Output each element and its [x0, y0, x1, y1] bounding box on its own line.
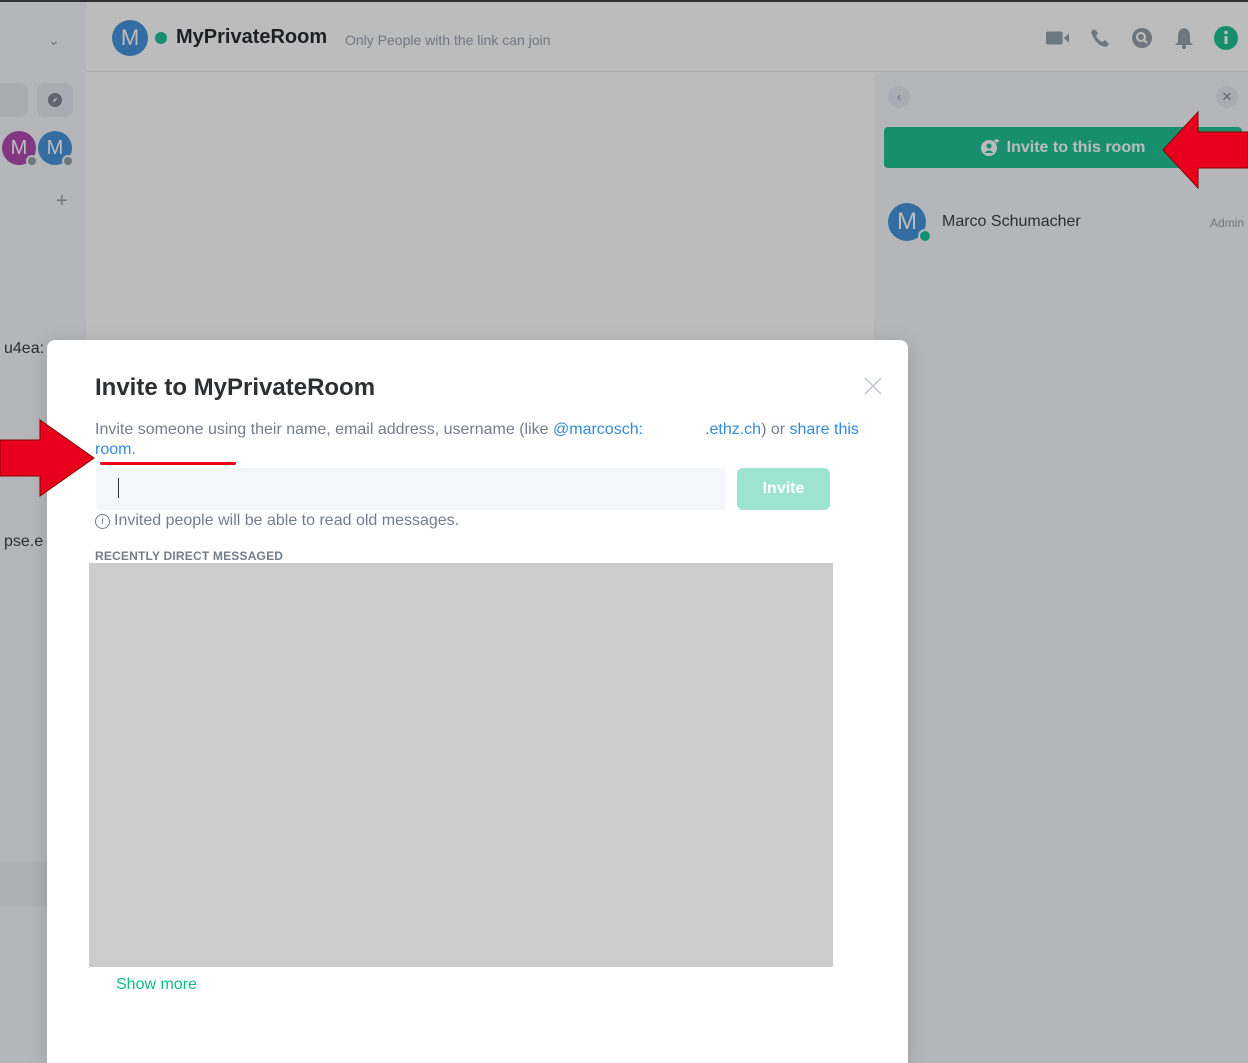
show-more-link[interactable]: Show more [116, 976, 197, 994]
desc-suffix: ) or [761, 421, 790, 438]
desc-prefix: Invite someone using their name, email a… [95, 421, 553, 438]
close-icon[interactable] [862, 375, 884, 397]
redacted-list-area [89, 563, 833, 967]
text-caret [118, 478, 119, 498]
annotation-arrow-left-icon [1162, 110, 1248, 190]
example-user-link[interactable]: @marcosch: [553, 421, 643, 438]
dialog-title: Invite to MyPrivateRoom [95, 374, 376, 401]
invite-search-input[interactable] [96, 468, 726, 510]
annotation-underline [100, 462, 236, 465]
invite-button[interactable]: Invite [737, 468, 830, 510]
example-domain-link[interactable]: .ethz.ch [705, 421, 761, 438]
invite-dialog: Invite to MyPrivateRoom Invite someone u… [47, 340, 908, 1063]
invite-hint: i Invited people will be able to read ol… [95, 512, 459, 530]
annotation-arrow-right-icon [0, 419, 95, 497]
hint-text: Invited people will be able to read old … [114, 512, 460, 529]
dialog-description: Invite someone using their name, email a… [95, 420, 875, 460]
info-icon: i [95, 513, 110, 529]
section-title: RECENTLY DIRECT MESSAGED [95, 549, 284, 563]
